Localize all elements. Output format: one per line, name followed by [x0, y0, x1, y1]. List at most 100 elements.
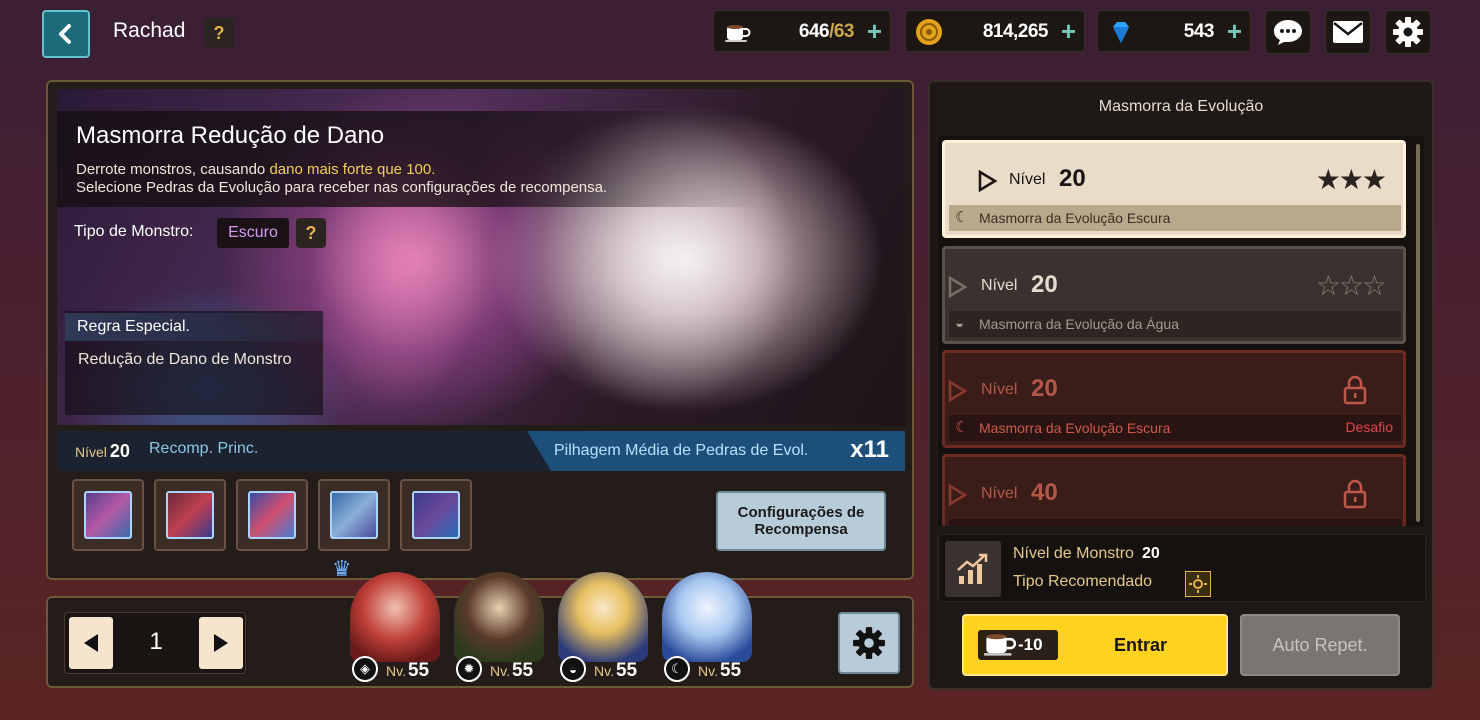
hero-level: 55 — [511, 660, 534, 681]
hero-portrait — [454, 572, 544, 662]
dungeon-info-panel: Masmorra Redução de Dano Derrote monstro… — [46, 80, 914, 580]
next-party-button[interactable] — [199, 617, 243, 669]
special-rule-body: Redução de Dano de Monstro — [78, 351, 292, 368]
evolution-dungeon-panel: Masmorra da Evolução Nível 20 ★★★ ☾ Masm… — [928, 80, 1434, 690]
level-label: Nível — [981, 381, 1018, 398]
moon-icon: ☾ — [955, 209, 969, 226]
star-rating: ☆☆☆ — [1315, 270, 1387, 301]
level-number: 40 — [1031, 479, 1058, 506]
hero-level-label: Nv. — [594, 663, 614, 679]
desc-line1: Derrote monstros, causando — [76, 161, 270, 178]
dungeon-element-row: ◒ Masmorra da Evolução da Água — [949, 311, 1401, 337]
stamina-counter: 646/63 + — [713, 10, 891, 52]
chat-icon — [1274, 20, 1302, 45]
dungeon-title: Masmorra Redução de Dano — [76, 122, 385, 149]
sun-type-icon — [1185, 571, 1211, 597]
party-hero[interactable]: ✹ Nv. 55 — [448, 572, 552, 688]
reward-bar: Nível 20 Recomp. Princ. Pilhagem Média de… — [57, 431, 905, 471]
level-card-locked[interactable]: Nível 20 ☾ Masmorra da Evolução Escura D… — [942, 350, 1406, 448]
reward-slot[interactable] — [154, 479, 226, 551]
element-icon: ◒ — [560, 656, 586, 682]
moon-icon: ☾ — [955, 419, 969, 436]
add-gold-button[interactable]: + — [1061, 16, 1076, 47]
level-number: 20 — [1059, 165, 1086, 192]
dungeon-name: Masmorra da Evolução da Água — [979, 316, 1179, 332]
settings-button[interactable] — [1385, 10, 1431, 54]
help-button[interactable]: ? — [204, 18, 234, 48]
top-bar: Rachad ? 646/63 + 814,265 + 543 + — [0, 0, 1480, 64]
add-gem-button[interactable]: + — [1227, 16, 1242, 47]
auto-repeat-button[interactable]: Auto Repet. — [1240, 614, 1400, 676]
stamina-current: 646 — [798, 21, 830, 42]
reward-slot[interactable] — [318, 479, 390, 551]
hero-level: 55 — [615, 660, 638, 681]
enter-button[interactable]: -10 Entrar — [962, 614, 1228, 676]
level-number: 20 — [1031, 375, 1058, 402]
mail-button[interactable] — [1325, 10, 1371, 54]
reward-slot[interactable] — [236, 479, 308, 551]
reward-level-label: Nível — [75, 444, 107, 460]
reward-level-value: 20 — [109, 441, 130, 461]
dungeon-element-row — [949, 519, 1401, 526]
play-arrow-icon — [978, 169, 998, 193]
evolution-stone-icon — [84, 491, 132, 539]
play-arrow-icon — [948, 483, 968, 507]
reward-level: Nível 20 — [75, 441, 130, 462]
level-card-selected[interactable]: Nível 20 ★★★ ☾ Masmorra da Evolução Escu… — [942, 140, 1406, 238]
gear-icon — [853, 627, 885, 659]
monster-info-box: Nível de Monstro 20 Tipo Recomendado — [938, 534, 1426, 602]
stamina-cost-value: -10 — [1018, 635, 1043, 654]
hero-level-label: Nv. — [490, 663, 510, 679]
party-pager: 1 — [64, 612, 246, 674]
monster-type-help-button[interactable]: ? — [296, 218, 326, 248]
evolution-dungeon-title: Masmorra da Evolução — [1098, 98, 1264, 115]
level-card[interactable]: Nível 20 ☆☆☆ ◒ Masmorra da Evolução da Á… — [942, 246, 1406, 344]
element-icon: ◈ — [352, 656, 378, 682]
gem-value: 543 — [1183, 21, 1215, 42]
recommended-type-label: Tipo Recomendado — [1013, 573, 1153, 590]
main-reward-label: Recomp. Princ. — [149, 440, 259, 457]
average-loot-banner: Pilhagem Média de Pedras de Evol. x11 — [527, 431, 905, 471]
party-settings-button[interactable] — [838, 612, 900, 674]
reward-slot[interactable] — [400, 479, 472, 551]
party-hero[interactable]: ☾ Nv. 55 — [656, 572, 760, 688]
monster-type-badge: Escuro — [217, 218, 289, 248]
evolution-stone-icon — [330, 491, 378, 539]
level-list-scrollbar[interactable] — [1416, 144, 1420, 522]
dungeon-element-row: ☾ Masmorra da Evolução Escura — [949, 205, 1401, 231]
add-stamina-button[interactable]: + — [867, 16, 882, 47]
monster-type-label: Tipo de Monstro: — [74, 223, 194, 240]
hero-portrait — [558, 572, 648, 662]
triangle-right-icon — [214, 634, 228, 652]
lock-icon — [1343, 479, 1367, 509]
back-button[interactable] — [42, 10, 90, 58]
reward-settings-button[interactable]: Configurações de Recompensa — [716, 491, 886, 551]
star-rating: ★★★ — [1315, 164, 1387, 195]
reward-slot[interactable] — [72, 479, 144, 551]
party-hero[interactable]: ◒ Nv. 55 — [552, 572, 656, 688]
chat-button[interactable] — [1265, 10, 1311, 54]
special-rule-title: Regra Especial. — [65, 313, 323, 341]
gem-counter: 543 + — [1097, 10, 1251, 52]
evolution-stone-icon — [248, 491, 296, 539]
level-label: Nível — [981, 485, 1018, 502]
enter-label: Entrar — [1114, 635, 1168, 655]
growth-chart-icon — [945, 541, 1001, 597]
desc-highlight: dano mais forte que 100. — [269, 161, 436, 178]
dungeon-name: Masmorra da Evolução Escura — [979, 420, 1171, 436]
element-icon: ✹ — [456, 656, 482, 682]
gold-coin-icon — [916, 19, 942, 45]
evolution-stone-icon — [412, 491, 460, 539]
water-drop-icon: ◒ — [955, 315, 965, 332]
party-hero[interactable]: ♛ ◈ Nv. 55 — [332, 556, 448, 688]
level-list[interactable]: Nível 20 ★★★ ☾ Masmorra da Evolução Escu… — [938, 136, 1424, 526]
hero-level: 55 — [719, 660, 742, 681]
hero-level-label: Nv. — [698, 663, 718, 679]
desc-line2: Selecione Pedras da Evolução para recebe… — [76, 179, 608, 196]
level-card-locked[interactable]: Nível 40 — [942, 454, 1406, 526]
dungeon-name: Masmorra da Evolução Escura — [979, 210, 1171, 226]
level-label: Nível — [1009, 171, 1046, 188]
hero-level: 55 — [407, 660, 430, 681]
gold-counter: 814,265 + — [905, 10, 1085, 52]
average-loot-label: Pilhagem Média de Pedras de Evol. — [554, 442, 809, 459]
